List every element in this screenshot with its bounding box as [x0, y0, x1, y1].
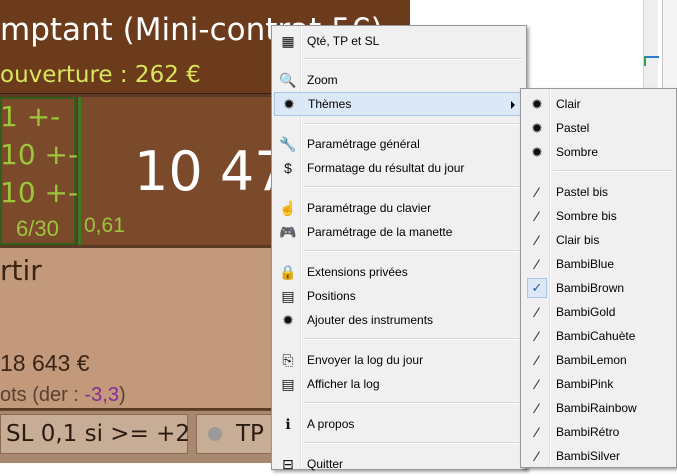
menu-item-keyboard-settings[interactable]: ☝ Paramétrage du clavier — [274, 196, 524, 220]
opening-amount: ouverture : 262 € — [0, 62, 201, 88]
qty-row-1[interactable]: 1 +- — [0, 100, 60, 133]
menu-separator — [304, 338, 522, 340]
lots-suffix: ) — [118, 384, 126, 406]
menu-item-add-instruments[interactable]: ✹ Ajouter des instruments — [274, 308, 524, 332]
menu-item-send-log[interactable]: ⎘ Envoyer la log du jour — [274, 348, 524, 372]
menu-item-positions[interactable]: ▤ Positions — [274, 284, 524, 308]
burst-icon: ✹ — [282, 311, 294, 328]
green-marker — [644, 56, 646, 66]
send-document-icon: ⎘ — [282, 351, 294, 368]
theme-item-sombre[interactable]: ✹ Sombre — [523, 140, 674, 164]
theme-item-clair[interactable]: ✹ Clair — [523, 92, 674, 116]
magic-wand-icon: ⁄ — [535, 328, 539, 344]
lots-prefix: ots (der : — [0, 384, 85, 406]
lots-info: ots (der : -3,3) — [0, 384, 126, 407]
theme-item-bambirainbow[interactable]: ⁄ BambiRainbow — [523, 396, 674, 420]
list-icon: ▤ — [281, 287, 295, 304]
menu-item-show-log[interactable]: ▤ Afficher la log — [274, 372, 524, 396]
magic-wand-icon: ⁄ — [535, 352, 539, 368]
menu-item-about[interactable]: ℹA propos — [274, 412, 524, 436]
theme-item-pastel-bis[interactable]: ⁄ Pastel bis — [523, 180, 674, 204]
menu-item-themes[interactable]: ✹ Thèmes — [274, 92, 524, 116]
menu-separator — [304, 186, 522, 188]
exit-icon: ⊟ — [282, 455, 294, 472]
magic-wand-icon: ⁄ — [535, 208, 539, 224]
magnifier-icon: 🔍 — [279, 71, 297, 88]
burst-icon: ✹ — [531, 143, 543, 160]
context-menu: ▦ Qté, TP et SL 🔍 Zoom ✹ Thèmes 🔧 Paramétrag… — [271, 25, 527, 472]
menu-item-result-format[interactable]: $ Formatage du résultat du jour — [274, 156, 524, 180]
magic-wand-icon: ⁄ — [535, 448, 539, 464]
gamepad-icon: 🎮 — [279, 223, 297, 240]
wrench-icon: 🔧 — [279, 135, 297, 152]
theme-item-bambiblue[interactable]: ⁄ BambiBlue — [523, 252, 674, 276]
theme-item-sombre-bis[interactable]: ⁄ Sombre bis — [523, 204, 674, 228]
pointer-hand-icon: ☝ — [279, 199, 297, 216]
result-title: rtir — [0, 254, 42, 287]
take-profit-label: TP — [236, 421, 264, 447]
burst-icon: ✹ — [531, 119, 543, 136]
menu-separator — [304, 123, 522, 125]
theme-item-bambisilver[interactable]: ⁄ BambiSilver — [523, 444, 674, 468]
theme-item-bambiretro[interactable]: ⁄ BambiRétro — [523, 420, 674, 444]
menu-item-qty-tp-sl[interactable]: ▦ Qté, TP et SL — [274, 29, 524, 53]
result-amount: 18 643 € — [0, 350, 90, 376]
menu-separator — [553, 170, 672, 172]
menu-item-gamepad-settings[interactable]: 🎮 Paramétrage de la manette — [274, 220, 524, 244]
menu-item-quit[interactable]: ⊟ Quitter — [274, 452, 524, 476]
themes-submenu: ✹ Clair ✹ Pastel ✹ Sombre ⁄ Pastel bis ⁄ Somb… — [520, 88, 677, 468]
magic-wand-icon: ⁄ — [535, 256, 539, 272]
theme-item-bambigold[interactable]: ⁄ BambiGold — [523, 300, 674, 324]
qty-ratio: 6/30 — [16, 216, 59, 241]
stop-loss-label: SL 0,1 si >= +2 — [6, 421, 191, 447]
menu-item-private-extensions[interactable]: 🔒 Extensions privées — [274, 260, 524, 284]
lots-value: -3,3 — [84, 384, 119, 406]
theme-item-clair-bis[interactable]: ⁄ Clair bis — [523, 228, 674, 252]
info-icon: ℹ — [285, 415, 291, 432]
menu-separator — [304, 442, 522, 444]
magic-wand-icon: ⁄ — [535, 184, 539, 200]
magic-wand-icon: ⁄ — [535, 376, 539, 392]
dollar-icon: $ — [284, 160, 292, 176]
magic-wand-icon: ⁄ — [535, 304, 539, 320]
theme-item-bambibrown[interactable]: ✓ BambiBrown — [523, 276, 674, 300]
theme-item-bambipink[interactable]: ⁄ BambiPink — [523, 372, 674, 396]
lock-icon: 🔒 — [279, 263, 297, 280]
theme-item-bambicahuete[interactable]: ⁄ BambiCahuète — [523, 324, 674, 348]
magic-wand-icon: ⁄ — [535, 400, 539, 416]
menu-separator — [304, 250, 522, 252]
checkmark-icon: ✓ — [527, 278, 547, 298]
menu-separator — [304, 402, 522, 404]
radio-dot-icon[interactable] — [208, 427, 222, 441]
qty-row-2[interactable]: 10 +- — [0, 138, 78, 171]
menu-item-zoom[interactable]: 🔍 Zoom — [274, 68, 524, 92]
burst-icon: ✹ — [531, 95, 543, 112]
price-delta: 0,61 — [84, 214, 125, 237]
calculator-icon: ▦ — [281, 32, 295, 49]
magic-wand-icon: ⁄ — [535, 424, 539, 440]
price-value: 10 47 — [134, 140, 289, 203]
theme-item-pastel[interactable]: ✹ Pastel — [523, 116, 674, 140]
blue-marker — [645, 56, 659, 58]
qty-row-3[interactable]: 10 +- — [0, 176, 78, 209]
submenu-arrow-icon — [511, 101, 515, 109]
menu-item-general-settings[interactable]: 🔧 Paramétrage général — [274, 132, 524, 156]
theme-item-bambilemon[interactable]: ⁄ BambiLemon — [523, 348, 674, 372]
menu-separator — [304, 58, 522, 60]
magic-wand-icon: ⁄ — [535, 232, 539, 248]
burst-icon: ✹ — [283, 95, 295, 112]
document-icon: ▤ — [281, 375, 295, 392]
